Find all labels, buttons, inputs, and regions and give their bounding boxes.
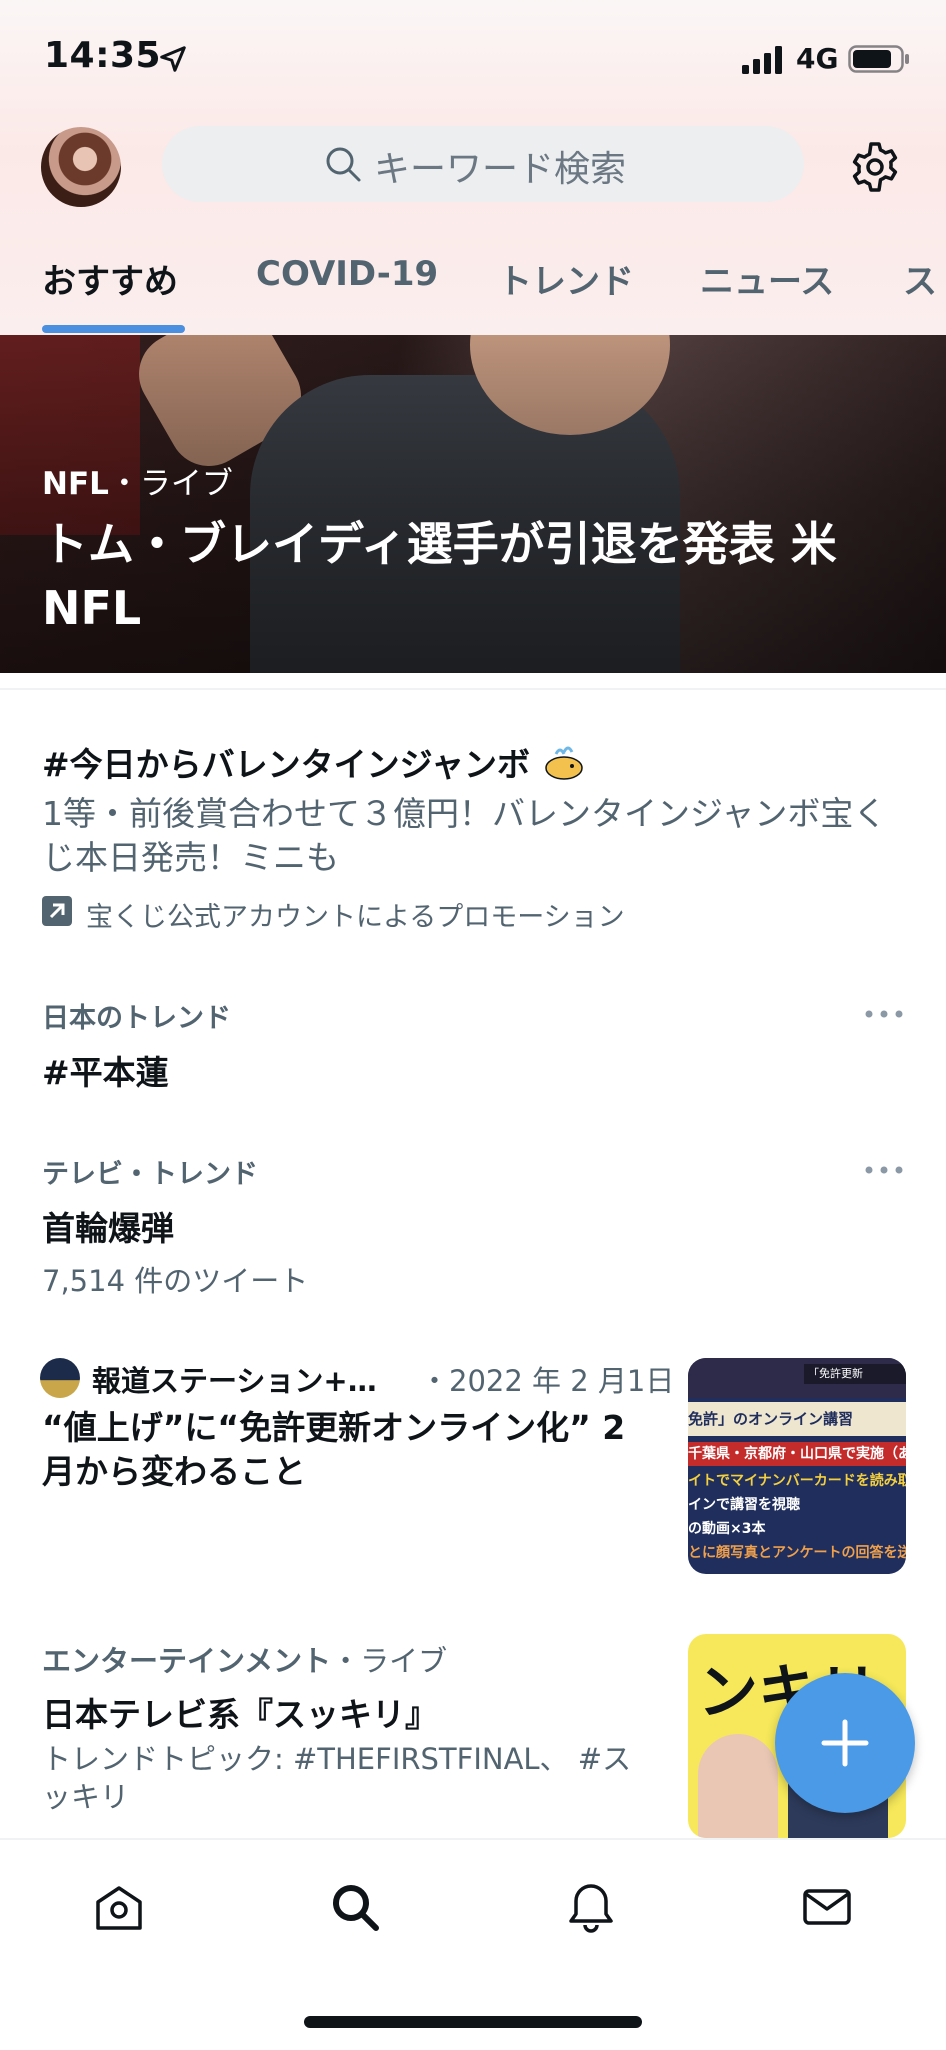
- tab-trends[interactable]: トレンド: [498, 254, 634, 303]
- trend-title[interactable]: #平本蓮: [42, 1046, 169, 1094]
- signal-icon: [742, 46, 782, 74]
- divider: [0, 688, 946, 690]
- news-thumb-line: 免許」のオンライン講習: [688, 1402, 906, 1436]
- search-icon: [326, 147, 361, 182]
- trend-title[interactable]: 首輪爆弾: [42, 1202, 174, 1250]
- ent-title[interactable]: 日本テレビ系『スッキリ』: [42, 1688, 438, 1736]
- trend-context: テレビ・トレンド: [42, 1159, 258, 1190]
- news-date: ・2022 年 2 月1日: [420, 1364, 675, 1398]
- promoted-trend-title[interactable]: #今日からバレンタインジャンボ: [42, 738, 586, 786]
- news-thumb-line: の動画×3本: [688, 1521, 766, 1537]
- hero-category: NFL・ライブ: [42, 458, 233, 503]
- search-placeholder: キーワード検索: [374, 149, 627, 190]
- news-thumbnail[interactable]: 「免許更新 免許」のオンライン講習 千葉県・京都府・山口県で実施（あす〜 イトで…: [688, 1358, 906, 1574]
- tab-recommended[interactable]: おすすめ: [42, 254, 178, 303]
- tab-bar: おすすめ COVID-19 トレンド ニュース ス: [0, 254, 946, 334]
- tab-news[interactable]: ニュース: [700, 254, 834, 303]
- news-source-avatar: [40, 1358, 80, 1398]
- tab-sports[interactable]: ス: [903, 254, 937, 303]
- more-icon[interactable]: [864, 1165, 904, 1175]
- location-arrow-icon: [160, 46, 186, 72]
- compose-button[interactable]: [775, 1673, 915, 1813]
- trend-context: 日本のトレンド: [42, 1003, 231, 1034]
- promoted-trend-body: 1等・前後賞合わせて３億円！バレンタインジャンボ宝くじ本日発売！ミニも: [42, 794, 887, 877]
- network-type: 4G: [796, 42, 839, 75]
- avatar[interactable]: [41, 127, 121, 207]
- ent-category: エンターテインメント: [42, 1644, 332, 1678]
- tab-indicator: [42, 325, 185, 333]
- plus-icon: [821, 1719, 869, 1767]
- hero-status: ・ライブ: [108, 466, 233, 502]
- news-source: 報道ステーション+…: [92, 1364, 377, 1398]
- hero-category-label: NFL: [42, 466, 109, 502]
- news-thumb-line: 千葉県・京都府・山口県で実施（あす〜: [688, 1442, 906, 1466]
- news-thumb-line: とに顔写真とアンケートの回答を送付: [688, 1545, 906, 1561]
- hero-title[interactable]: トム・ブレイディ選手が引退を発表 米NFL: [42, 512, 902, 640]
- ent-context: エンターテインメント・ライブ: [42, 1638, 447, 1680]
- trend-tweet-count: 7,514 件のツイート: [42, 1264, 309, 1298]
- promoted-icon: [42, 896, 72, 926]
- more-icon[interactable]: [864, 1009, 904, 1019]
- promoted-label: 宝くじ公式アカウントによるプロモーション: [86, 902, 625, 933]
- home-indicator[interactable]: [304, 2016, 642, 2028]
- search-icon[interactable]: [328, 1880, 382, 1934]
- news-thumb-line: インで講習を視聴: [688, 1497, 800, 1513]
- whale-emoji-icon: [544, 746, 583, 780]
- bell-icon[interactable]: [564, 1880, 618, 1934]
- mail-icon[interactable]: [800, 1880, 854, 1934]
- gear-icon[interactable]: [848, 140, 902, 194]
- ent-topics: トレンドトピック: #THEFIRSTFINAL、 #スッキリ: [42, 1742, 632, 1814]
- status-time: 14:35: [44, 35, 162, 76]
- tab-covid19[interactable]: COVID-19: [256, 254, 438, 294]
- status-bar: 14:35 4G: [0, 0, 946, 110]
- news-title[interactable]: “値上げ”に“免許更新オンライン化” 2月から変わること: [42, 1406, 652, 1494]
- news-thumb-line: 「免許更新: [804, 1364, 906, 1384]
- ent-status: ・ライブ: [331, 1644, 448, 1678]
- battery-icon: [848, 45, 909, 73]
- home-icon[interactable]: [92, 1880, 146, 1934]
- news-thumb-line: イトでマイナンバーカードを読み取る: [688, 1473, 906, 1489]
- promoted-trend-label: #今日からバレンタインジャンボ: [42, 745, 531, 784]
